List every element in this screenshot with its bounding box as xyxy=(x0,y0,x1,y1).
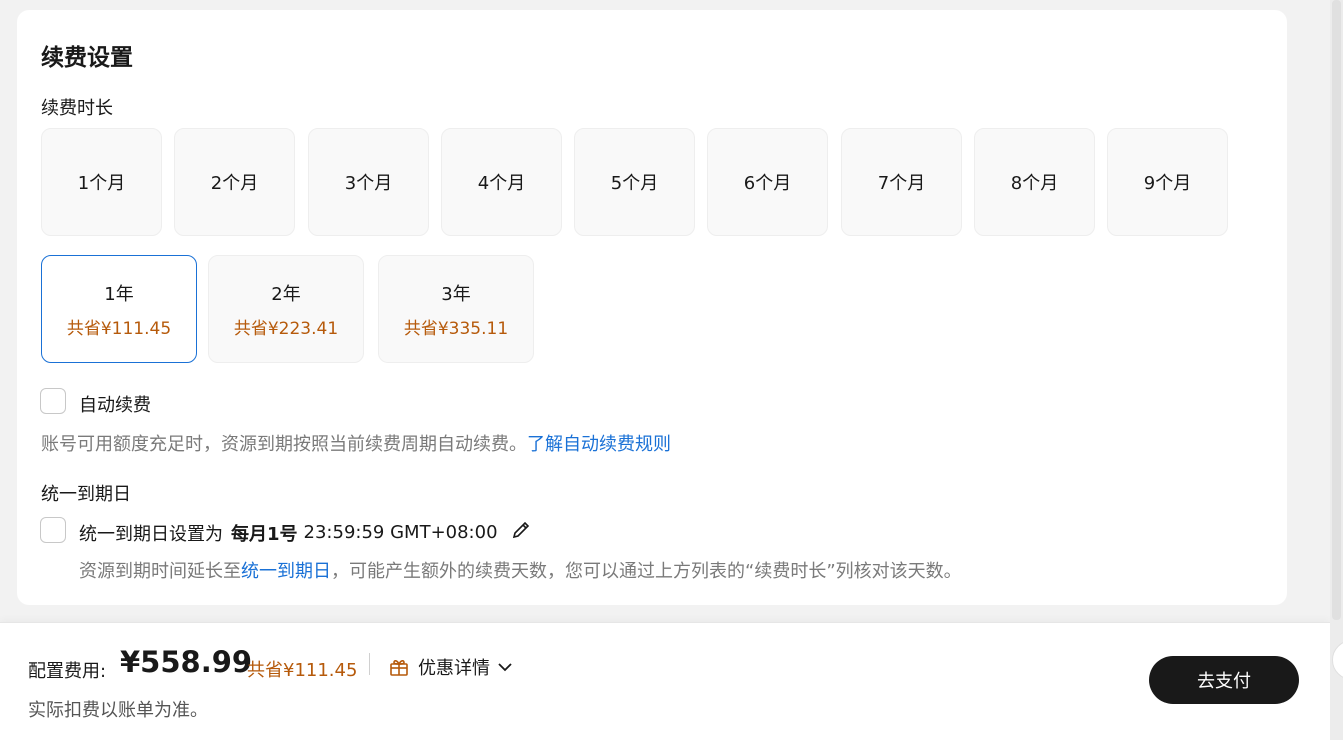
duration-option-2-months[interactable]: 2个月 xyxy=(174,128,295,236)
duration-option-3-months[interactable]: 3个月 xyxy=(308,128,429,236)
divider xyxy=(369,653,370,675)
duration-label: 续费时长 xyxy=(41,98,113,119)
auto-renew-rules-link[interactable]: 了解自动续费规则 xyxy=(527,434,671,455)
scroll-thumb[interactable] xyxy=(1332,0,1341,620)
unify-expiry-link[interactable]: 统一到期日 xyxy=(241,561,331,582)
pay-button[interactable]: 去支付 xyxy=(1149,656,1299,704)
duration-option-5-months[interactable]: 5个月 xyxy=(574,128,695,236)
page-title: 续费设置 xyxy=(41,45,133,71)
fee-amount: ¥558.99 xyxy=(120,645,253,679)
duration-option-3-years[interactable]: 3年 共省¥335.11 xyxy=(378,255,534,363)
unify-expiry-checkbox[interactable] xyxy=(40,517,66,543)
fee-label: 配置费用: xyxy=(28,661,107,682)
renewal-settings-card: 续费设置 续费时长 1个月 2个月 3个月 4个月 5个月 6个月 7个月 8个… xyxy=(17,10,1287,605)
edit-icon[interactable] xyxy=(510,519,532,546)
duration-option-1-year[interactable]: 1年 共省¥111.45 xyxy=(41,255,197,363)
fee-savings: 共省¥111.45 xyxy=(247,660,358,681)
unify-expiry-hint: 资源到期时间延长至统一到期日，可能产生额外的续费天数，您可以通过上方列表的“续费… xyxy=(79,561,962,582)
savings-text: 共省¥111.45 xyxy=(66,318,172,339)
duration-option-7-months[interactable]: 7个月 xyxy=(841,128,962,236)
promo-details-toggle[interactable]: 优惠详情 xyxy=(388,654,514,680)
duration-option-1-month[interactable]: 1个月 xyxy=(41,128,162,236)
duration-option-6-months[interactable]: 6个月 xyxy=(707,128,828,236)
savings-text: 共省¥335.11 xyxy=(403,318,509,339)
duration-option-9-months[interactable]: 9个月 xyxy=(1107,128,1228,236)
unify-expiry-time: 23:59:59 GMT+08:00 xyxy=(303,522,498,543)
fee-note: 实际扣费以账单为准。 xyxy=(28,700,208,721)
promo-details-label: 优惠详情 xyxy=(418,658,490,679)
auto-renew-checkbox[interactable] xyxy=(40,388,66,414)
savings-text: 共省¥223.41 xyxy=(233,318,339,339)
gift-icon xyxy=(390,660,408,676)
duration-option-4-months[interactable]: 4个月 xyxy=(441,128,562,236)
auto-renew-hint: 账号可用额度充足时，资源到期按照当前续费周期自动续费。了解自动续费规则 xyxy=(41,434,671,455)
payment-footer: 配置费用: ¥558.99 共省¥111.45 优惠详情 实际扣费以账单为准。 … xyxy=(0,622,1330,740)
duration-option-8-months[interactable]: 8个月 xyxy=(974,128,1095,236)
unify-expiry-section-label: 统一到期日 xyxy=(41,484,131,505)
duration-option-2-years[interactable]: 2年 共省¥223.41 xyxy=(208,255,364,363)
chevron-down-icon xyxy=(498,663,512,672)
unify-expiry-day: 每月1号 xyxy=(231,523,298,545)
scrollbar[interactable] xyxy=(1330,0,1343,740)
unify-expiry-label: 统一到期日设置为 每月1号 23:59:59 GMT+08:00 xyxy=(79,519,532,546)
auto-renew-label: 自动续费 xyxy=(79,395,151,416)
